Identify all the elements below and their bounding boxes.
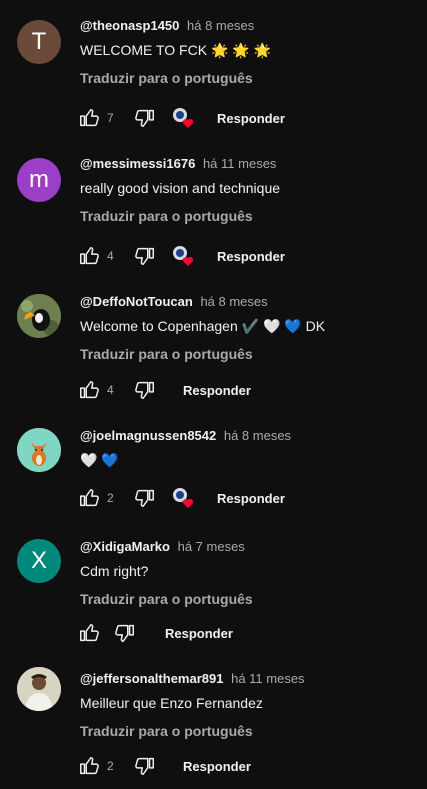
avatar[interactable]: T [17, 20, 61, 64]
creator-heart-icon [173, 246, 194, 266]
thumbs-down-icon [134, 379, 156, 401]
thumbs-down-icon [134, 487, 156, 509]
thumbs-up-icon [78, 107, 100, 129]
like-button[interactable] [77, 244, 101, 268]
translate-link[interactable]: Traduzir para o português [80, 208, 253, 224]
translate-link[interactable]: Traduzir para o português [80, 591, 253, 607]
like-button[interactable] [77, 106, 101, 130]
toucan-avatar-icon [17, 294, 61, 338]
translate-link[interactable]: Traduzir para o português [80, 346, 253, 362]
thumbs-down-icon [114, 622, 136, 644]
creator-heart [171, 106, 195, 130]
reply-button[interactable]: Responder [183, 759, 251, 774]
author-handle[interactable]: @DeffoNotToucan [80, 294, 193, 309]
person-avatar-icon [17, 667, 61, 711]
comment-time[interactable]: há 8 meses [200, 294, 267, 309]
like-button[interactable] [77, 621, 101, 645]
dislike-button[interactable] [113, 621, 137, 645]
comment-time[interactable]: há 8 meses [224, 428, 291, 443]
like-count: 2 [107, 491, 114, 505]
avatar[interactable] [17, 294, 61, 338]
comment-actions: 2 Responder [77, 754, 251, 778]
reply-button[interactable]: Responder [183, 383, 251, 398]
avatar[interactable] [17, 428, 61, 472]
reply-button[interactable]: Responder [217, 491, 285, 506]
comment-actions: 4 Responder [77, 378, 251, 402]
comment-actions: Responder [77, 621, 233, 645]
comment-text: WELCOME TO FCK 🌟 🌟 🌟 [80, 42, 272, 58]
author-handle[interactable]: @joelmagnussen8542 [80, 428, 216, 443]
dislike-button[interactable] [133, 754, 157, 778]
fox-avatar-icon [17, 428, 61, 472]
translate-link[interactable]: Traduzir para o português [80, 70, 253, 86]
comment-item: m @messimessi1676 há 11 meses really goo… [0, 156, 427, 276]
dislike-button[interactable] [133, 244, 157, 268]
comment-actions: 4 Responder [77, 244, 285, 268]
creator-heart [171, 486, 195, 510]
like-button[interactable] [77, 486, 101, 510]
dislike-button[interactable] [133, 378, 157, 402]
thumbs-down-icon [134, 245, 156, 267]
author-handle[interactable]: @XidigaMarko [80, 539, 170, 554]
comment-meta: @joelmagnussen8542 há 8 meses [80, 428, 291, 443]
author-handle[interactable]: @messimessi1676 [80, 156, 195, 171]
comment-item: @jeffersonalthemar891 há 11 meses Meille… [0, 667, 427, 781]
reply-button[interactable]: Responder [165, 626, 233, 641]
like-count: 4 [107, 249, 114, 263]
comment-meta: @DeffoNotToucan há 8 meses [80, 294, 268, 309]
like-count: 4 [107, 383, 114, 397]
comment-meta: @messimessi1676 há 11 meses [80, 156, 276, 171]
thumbs-up-icon [78, 379, 100, 401]
comment-text: Welcome to Copenhagen ✔️ 🤍 💙 DK [80, 318, 326, 334]
avatar[interactable]: X [17, 539, 61, 583]
creator-heart-icon [173, 488, 194, 508]
comment-time[interactable]: há 11 meses [203, 156, 276, 171]
translate-link[interactable]: Traduzir para o português [80, 723, 253, 739]
like-count: 2 [107, 759, 114, 773]
comment-text: Meilleur que Enzo Fernandez [80, 695, 263, 711]
comment-time[interactable]: há 7 meses [178, 539, 245, 554]
comment-actions: 7 Responder [77, 106, 285, 130]
comment-meta: @theonasp1450 há 8 meses [80, 18, 254, 33]
author-handle[interactable]: @theonasp1450 [80, 18, 179, 33]
comment-text: 🤍 💙 [80, 452, 119, 468]
thumbs-up-icon [78, 622, 100, 644]
creator-heart-icon [173, 108, 194, 128]
comment-item: @DeffoNotToucan há 8 meses Welcome to Co… [0, 294, 427, 404]
comment-item: @joelmagnussen8542 há 8 meses 🤍 💙 2 Resp… [0, 428, 427, 518]
comment-meta: @jeffersonalthemar891 há 11 meses [80, 671, 305, 686]
dislike-button[interactable] [133, 486, 157, 510]
comment-text: Cdm right? [80, 563, 149, 579]
comment-item: X @XidigaMarko há 7 meses Cdm right? Tra… [0, 539, 427, 649]
thumbs-down-icon [134, 107, 156, 129]
thumbs-up-icon [78, 755, 100, 777]
thumbs-up-icon [78, 245, 100, 267]
comment-item: T @theonasp1450 há 8 meses WELCOME TO FC… [0, 18, 427, 138]
like-button[interactable] [77, 378, 101, 402]
comment-time[interactable]: há 11 meses [231, 671, 304, 686]
avatar[interactable] [17, 667, 61, 711]
author-handle[interactable]: @jeffersonalthemar891 [80, 671, 223, 686]
comment-meta: @XidigaMarko há 7 meses [80, 539, 245, 554]
comment-actions: 2 Responder [77, 486, 285, 510]
reply-button[interactable]: Responder [217, 249, 285, 264]
creator-heart [171, 244, 195, 268]
comment-text: really good vision and technique [80, 180, 281, 196]
dislike-button[interactable] [133, 106, 157, 130]
reply-button[interactable]: Responder [217, 111, 285, 126]
thumbs-up-icon [78, 487, 100, 509]
like-button[interactable] [77, 754, 101, 778]
thumbs-down-icon [134, 755, 156, 777]
like-count: 7 [107, 111, 114, 125]
avatar[interactable]: m [17, 158, 61, 202]
comment-time[interactable]: há 8 meses [187, 18, 254, 33]
